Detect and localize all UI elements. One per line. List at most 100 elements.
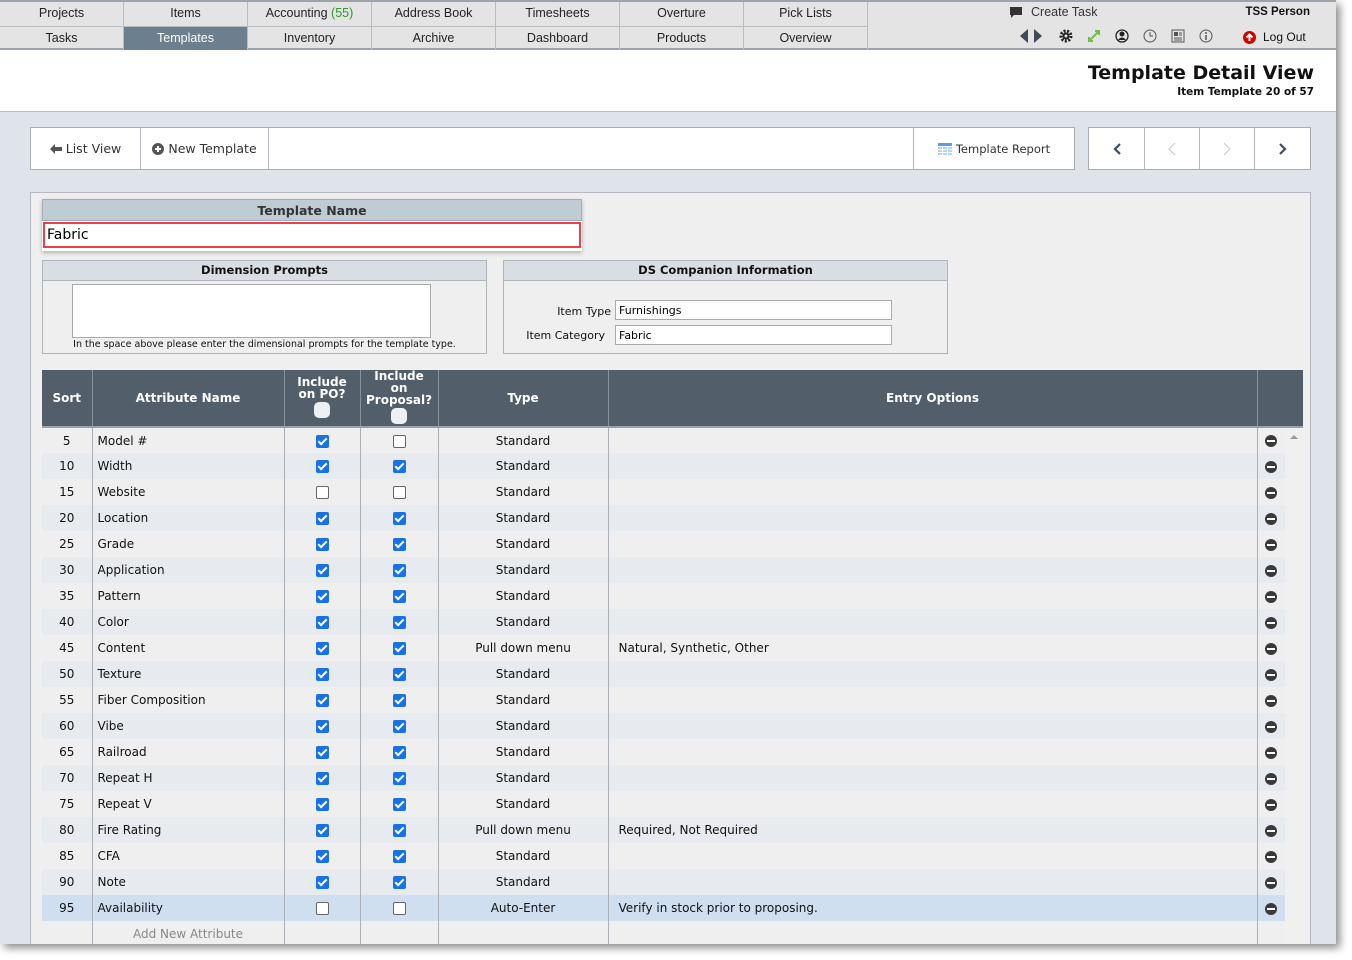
- attribute-name-cell[interactable]: Availability: [92, 895, 285, 921]
- remove-icon[interactable]: [1265, 538, 1278, 551]
- include-proposal-checkbox[interactable]: [392, 590, 406, 603]
- next-record-button[interactable]: [1200, 128, 1255, 169]
- nav-inventory[interactable]: Inventory: [248, 27, 372, 50]
- type-cell[interactable]: Standard: [438, 687, 609, 713]
- nav-projects[interactable]: Projects: [0, 2, 124, 26]
- remove-icon[interactable]: [1265, 824, 1278, 837]
- entry-options-cell[interactable]: [608, 505, 1258, 531]
- include-proposal-checkbox[interactable]: [392, 720, 406, 733]
- include-proposal-checkbox[interactable]: [392, 486, 406, 499]
- entry-options-cell[interactable]: [608, 739, 1258, 765]
- include-proposal-checkbox[interactable]: [392, 850, 406, 863]
- include-proposal-checkbox[interactable]: [392, 824, 406, 837]
- table-row[interactable]: 80 Fire Rating Pull down menu Required, …: [42, 817, 1303, 843]
- remove-icon[interactable]: [1265, 616, 1278, 629]
- remove-icon[interactable]: [1265, 746, 1278, 759]
- table-row[interactable]: 25 Grade Standard: [42, 531, 1303, 557]
- table-row[interactable]: 40 Color Standard: [42, 609, 1303, 635]
- scroll-up-icon[interactable]: [1290, 434, 1298, 440]
- gear-icon[interactable]: [1059, 29, 1073, 43]
- nav-products[interactable]: Products: [620, 27, 744, 50]
- table-row[interactable]: 65 Railroad Standard: [42, 739, 1303, 765]
- entry-options-cell[interactable]: [608, 453, 1258, 479]
- logout-button[interactable]: Log Out: [1243, 30, 1306, 44]
- type-cell[interactable]: Standard: [438, 427, 609, 453]
- remove-icon[interactable]: [1265, 435, 1278, 447]
- include-po-checkbox[interactable]: [315, 694, 329, 707]
- table-row[interactable]: 95 Availability Auto-Enter Verify in sto…: [42, 895, 1303, 921]
- attribute-name-cell[interactable]: Fire Rating: [92, 817, 285, 843]
- table-row[interactable]: 70 Repeat H Standard: [42, 765, 1303, 791]
- remove-icon[interactable]: [1265, 642, 1278, 655]
- type-cell[interactable]: Standard: [438, 739, 609, 765]
- entry-options-cell[interactable]: [608, 843, 1258, 869]
- table-row[interactable]: 90 Note Standard: [42, 869, 1303, 895]
- include-proposal-checkbox[interactable]: [392, 694, 406, 707]
- type-cell[interactable]: Standard: [438, 869, 609, 895]
- table-row[interactable]: 20 Location Standard: [42, 505, 1303, 531]
- col-entry-options[interactable]: Entry Options: [608, 370, 1258, 428]
- table-row[interactable]: 15 Website Standard: [42, 479, 1303, 505]
- attribute-name-cell[interactable]: Repeat H: [92, 765, 285, 791]
- attribute-name-cell[interactable]: Model #: [92, 427, 285, 453]
- include-po-checkbox[interactable]: [315, 824, 329, 837]
- table-row[interactable]: 75 Repeat V Standard: [42, 791, 1303, 817]
- table-row[interactable]: 60 Vibe Standard: [42, 713, 1303, 739]
- nav-timesheets[interactable]: Timesheets: [496, 2, 620, 26]
- remove-icon[interactable]: [1265, 876, 1278, 889]
- table-row[interactable]: 45 Content Pull down menu Natural, Synth…: [42, 635, 1303, 661]
- table-row[interactable]: 10 Width Standard: [42, 453, 1303, 479]
- remove-icon[interactable]: [1265, 772, 1278, 785]
- entry-options-cell[interactable]: [608, 427, 1258, 453]
- remove-icon[interactable]: [1265, 590, 1278, 603]
- col-type[interactable]: Type: [438, 370, 609, 428]
- nav-archive[interactable]: Archive: [372, 27, 496, 50]
- include-po-checkbox[interactable]: [315, 746, 329, 759]
- include-po-checkbox[interactable]: [315, 798, 329, 811]
- include-proposal-checkbox[interactable]: [392, 902, 406, 915]
- entry-options-cell[interactable]: [608, 557, 1258, 583]
- select-all-po-checkbox[interactable]: [314, 402, 330, 418]
- nav-back-forward-icon[interactable]: [1019, 29, 1045, 43]
- include-proposal-checkbox[interactable]: [392, 668, 406, 681]
- type-cell[interactable]: Standard: [438, 505, 609, 531]
- table-row[interactable]: 35 Pattern Standard: [42, 583, 1303, 609]
- include-proposal-checkbox[interactable]: [392, 538, 406, 551]
- item-type-input[interactable]: [615, 300, 892, 320]
- include-po-checkbox[interactable]: [315, 590, 329, 603]
- attribute-name-cell[interactable]: Pattern: [92, 583, 285, 609]
- last-record-button[interactable]: [1255, 128, 1310, 169]
- include-proposal-checkbox[interactable]: [392, 876, 406, 889]
- entry-options-cell[interactable]: [608, 609, 1258, 635]
- attribute-name-cell[interactable]: Note: [92, 869, 285, 895]
- include-po-checkbox[interactable]: [315, 564, 329, 577]
- attribute-name-cell[interactable]: Location: [92, 505, 285, 531]
- type-cell[interactable]: Standard: [438, 557, 609, 583]
- entry-options-cell[interactable]: [608, 791, 1258, 817]
- col-attribute-name[interactable]: Attribute Name: [92, 370, 285, 428]
- include-proposal-checkbox[interactable]: [392, 746, 406, 759]
- col-sort[interactable]: Sort: [42, 370, 93, 428]
- nav-address-book[interactable]: Address Book: [372, 2, 496, 26]
- entry-options-cell[interactable]: Required, Not Required: [608, 817, 1258, 843]
- prev-record-button[interactable]: [1145, 128, 1200, 169]
- remove-icon[interactable]: [1265, 850, 1278, 863]
- table-row[interactable]: 85 CFA Standard: [42, 843, 1303, 869]
- remove-icon[interactable]: [1265, 486, 1278, 499]
- newspaper-icon[interactable]: [1171, 29, 1185, 43]
- attribute-name-cell[interactable]: Grade: [92, 531, 285, 557]
- scrollbar[interactable]: [1285, 427, 1303, 944]
- remove-icon[interactable]: [1265, 902, 1278, 915]
- type-cell[interactable]: Standard: [438, 843, 609, 869]
- attribute-name-cell[interactable]: Width: [92, 453, 285, 479]
- type-cell[interactable]: Auto-Enter: [438, 895, 609, 921]
- type-cell[interactable]: Pull down menu: [438, 817, 609, 843]
- type-cell[interactable]: Standard: [438, 583, 609, 609]
- template-name-input[interactable]: [43, 222, 581, 248]
- table-row[interactable]: 30 Application Standard: [42, 557, 1303, 583]
- attribute-name-cell[interactable]: Railroad: [92, 739, 285, 765]
- attribute-name-cell[interactable]: CFA: [92, 843, 285, 869]
- include-proposal-checkbox[interactable]: [392, 798, 406, 811]
- entry-options-cell[interactable]: [608, 531, 1258, 557]
- include-proposal-checkbox[interactable]: [392, 616, 406, 629]
